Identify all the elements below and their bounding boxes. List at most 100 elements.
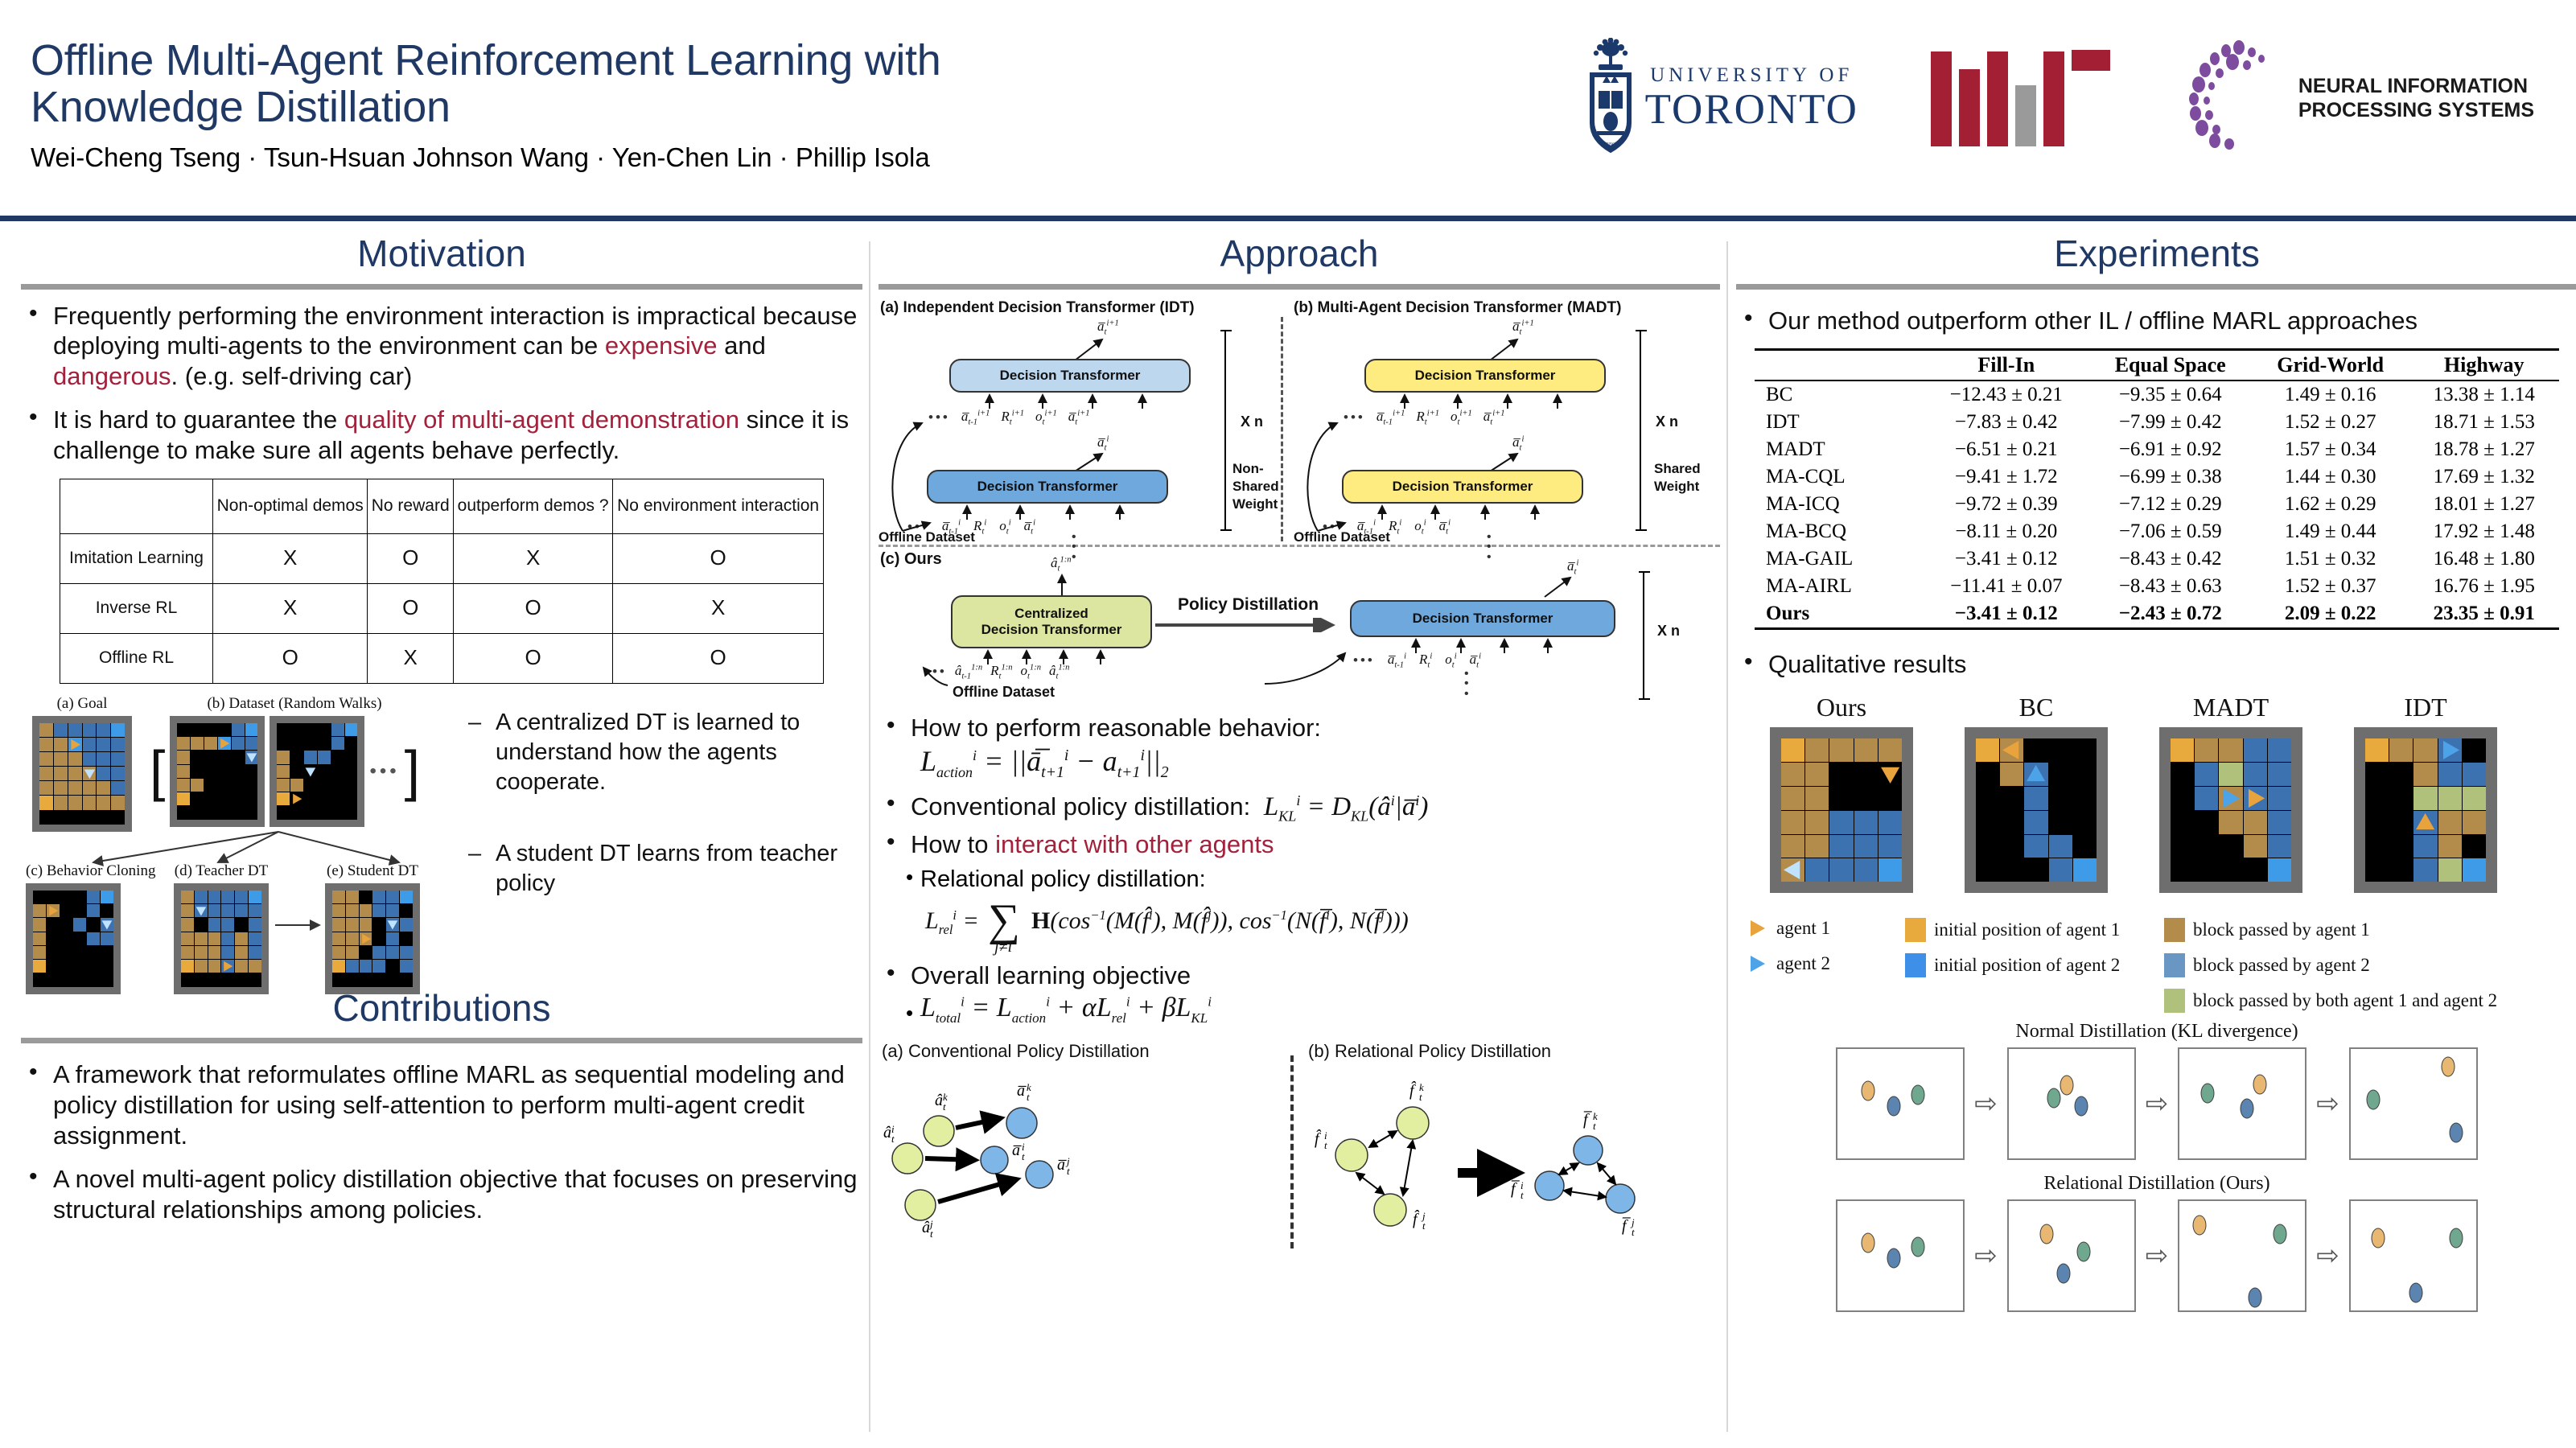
grid-cell (2365, 738, 2389, 763)
column-divider-2 (1726, 241, 1728, 1432)
bracket-open: [ (150, 739, 166, 803)
res-macql-highway: 17.69 ± 1.32 (2433, 466, 2535, 488)
grid-cell (2243, 763, 2267, 786)
table-row: IDT −7.83 ± 0.42 −7.99 ± 0.42 1.52 ± 0.2… (1755, 409, 2559, 436)
grid-cell (204, 764, 217, 778)
grid-cell (194, 945, 208, 960)
grid-cell (332, 918, 345, 932)
grid-cell (82, 751, 97, 767)
grid-cell (2219, 738, 2243, 763)
subbullet-dot: • (906, 865, 914, 890)
arrow-right-icon: ⇨ (1974, 1088, 1998, 1120)
grid-cell (245, 736, 258, 751)
grid-cell (1878, 763, 1902, 786)
grid-cell (2413, 834, 2438, 858)
res-idt-highway: 18.71 ± 1.53 (2433, 411, 2535, 434)
grid-cell (304, 764, 317, 778)
policy-dot (2047, 1088, 2061, 1109)
grid-cell (204, 792, 217, 806)
grid-cell (1878, 858, 1902, 882)
res-madt-equalspace: −6.91 ± 0.92 (2118, 438, 2222, 461)
cell-il-nonoptimal: X (212, 533, 368, 584)
mit-bar-1 (1930, 51, 1952, 146)
res-mabcq-highway: 17.92 ± 1.48 (2433, 520, 2535, 543)
grid-cell (386, 932, 400, 945)
policy-dot (1911, 1084, 1925, 1105)
grid-cell (2462, 738, 2486, 763)
grid-cell (2267, 786, 2291, 810)
grid-cell (97, 796, 111, 810)
res-maairl-fillin: −11.41 ± 0.07 (1950, 575, 2063, 598)
panel-b-offline-dataset: Offline Dataset (1294, 529, 1390, 545)
author-list: Wei-Cheng Tseng · Tsun-Hsuan Johnson Wan… (31, 142, 930, 172)
agent-arrow-icon (293, 793, 302, 804)
policy-dot (2039, 1224, 2054, 1244)
grid-cell (345, 932, 359, 945)
panel-b-dt-bottom: Decision Transformer (1342, 469, 1583, 504)
res-mabcq-equalspace: −7.06 ± 0.59 (2118, 520, 2222, 543)
grid-cell (235, 932, 249, 945)
mb2-hl1: quality of multi-agent demonstration (344, 405, 740, 434)
grid-cell (372, 903, 386, 918)
grid-cell (60, 890, 73, 903)
grid-cell (400, 903, 413, 918)
grid-cell (2000, 786, 2024, 810)
grid-cell (249, 960, 261, 973)
column-motivation: Motivation Frequently performing the env… (21, 233, 862, 1448)
res-idt-fillin: −7.83 ± 0.42 (1954, 411, 2058, 434)
swatch-block-agent1 (2164, 918, 2185, 943)
res-method-magail: MA-GAIL (1766, 548, 1854, 570)
grid-cell (231, 778, 245, 792)
svg-text:a̅: a̅ (1017, 1082, 1027, 1100)
grid-cell (235, 890, 249, 903)
motivation-bullet-1: Frequently performing the environment in… (21, 299, 862, 392)
grid-cell (33, 903, 46, 918)
fig-caption-b: (b) Dataset (Random Walks) (207, 694, 382, 712)
svg-text:a̅: a̅ (1012, 1142, 1023, 1159)
grid-cell (317, 792, 331, 806)
token-a-bot: a̅ti (1023, 517, 1036, 536)
grid-cell (177, 778, 191, 792)
grid-cell (359, 918, 372, 932)
grid-cell (386, 890, 400, 903)
section-title-experiments: Experiments (2054, 232, 2260, 274)
relational-subbullet-wrap: • Relational policy distillation: (879, 865, 1720, 893)
grid-cell (101, 945, 113, 960)
panel-a-dataset-curve (891, 422, 932, 532)
swatch-init-agent1 (1905, 918, 1926, 943)
res-method-macql: MA-CQL (1766, 466, 1846, 488)
res-th-equalspace: Equal Space (2114, 353, 2226, 377)
grid-cell (359, 890, 372, 903)
panel-b-content: a̅ti+1 Decision Transformer ••• a̅t-1i+1… (1294, 319, 1701, 564)
grid-cell (344, 751, 358, 764)
token-b-R-bot: Rti (1389, 517, 1402, 536)
grid-cell (181, 945, 194, 960)
grid-cell (331, 764, 344, 778)
grid-cell (331, 792, 344, 806)
panel-c-title: (c) Ours (880, 549, 942, 568)
qualitative-idt: IDT (2354, 693, 2497, 894)
policy-dot (2273, 1224, 2287, 1244)
grid-cell (372, 932, 386, 945)
grid-cell (46, 945, 60, 960)
distill-title-relational: Relational Distillation (Ours) (2043, 1173, 2270, 1195)
grid-cell (82, 781, 97, 796)
grid-cell (39, 722, 53, 737)
grid-cell (181, 932, 194, 945)
panel-a-weight-note: Non-Shared Weight (1232, 460, 1281, 513)
grid-cell (386, 960, 400, 973)
grid-cell (332, 960, 345, 973)
policy-dot (2076, 1241, 2091, 1262)
grid-cell (345, 960, 359, 973)
svg-text:t: t (1067, 1165, 1070, 1177)
row-label-inverserl: Inverse RL (60, 582, 213, 634)
policy-dot (2056, 1263, 2071, 1284)
arrow-right-icon: ⇨ (2316, 1088, 2339, 1120)
distill-panel-relational-2 (2006, 1199, 2136, 1313)
grid-cell (231, 722, 245, 736)
grid-cell (2048, 834, 2072, 858)
total-loss-wrap: • Ltotali = Lactioni + αLreli + βLKLi (879, 993, 1720, 1026)
res-maicq-highway: 18.01 ± 1.27 (2433, 493, 2535, 516)
grid-cell (231, 751, 245, 764)
uoft-line-2: TORONTO (1644, 86, 1858, 133)
